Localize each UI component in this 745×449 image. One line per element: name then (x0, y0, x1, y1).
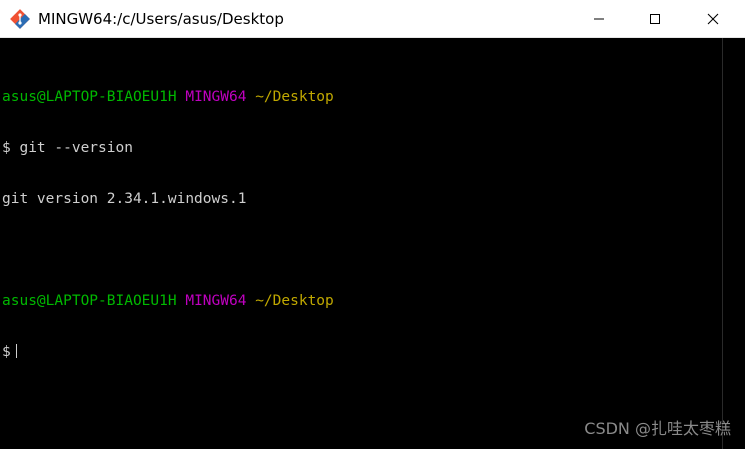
command-output: git version 2.34.1.windows.1 (2, 191, 247, 207)
prompt-symbol: $ (2, 140, 11, 156)
current-path: ~/Desktop (255, 89, 334, 105)
terminal-window: MINGW64:/c/Users/asus/Desktop asus@LAPTO… (0, 0, 745, 449)
maximize-icon (650, 13, 660, 24)
command-line-active[interactable]: $ (0, 344, 722, 361)
git-bash-icon (10, 9, 30, 29)
close-button[interactable] (690, 0, 736, 37)
current-path: ~/Desktop (255, 293, 334, 309)
terminal-output[interactable]: asus@LAPTOP-BIAOEU1H MINGW64 ~/Desktop $… (0, 38, 722, 449)
shell-name: MINGW64 (185, 89, 247, 105)
prompt-line: asus@LAPTOP-BIAOEU1H MINGW64 ~/Desktop (0, 293, 722, 310)
vertical-scrollbar[interactable] (722, 38, 745, 449)
window-title: MINGW64:/c/Users/asus/Desktop (38, 10, 284, 28)
command-line: $ git --version (0, 140, 722, 157)
command-text: git --version (19, 140, 133, 156)
close-icon (707, 13, 719, 24)
prompt-symbol: $ (2, 344, 11, 360)
maximize-button[interactable] (632, 0, 678, 37)
title-bar[interactable]: MINGW64:/c/Users/asus/Desktop (0, 0, 745, 38)
shell-name: MINGW64 (185, 293, 247, 309)
prompt-line: asus@LAPTOP-BIAOEU1H MINGW64 ~/Desktop (0, 89, 722, 106)
user-host: asus@LAPTOP-BIAOEU1H (2, 89, 177, 105)
minimize-button[interactable] (576, 0, 622, 37)
watermark: CSDN @扎哇太枣糕 (584, 419, 731, 438)
user-host: asus@LAPTOP-BIAOEU1H (2, 293, 177, 309)
minimize-icon (594, 18, 604, 19)
text-cursor (15, 344, 17, 358)
